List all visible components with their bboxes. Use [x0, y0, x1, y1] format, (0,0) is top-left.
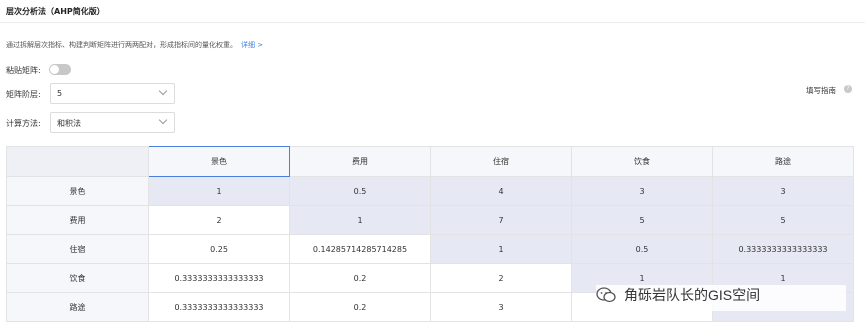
- matrix-cell[interactable]: 0.5: [289, 176, 431, 206]
- watermark-text: 角砾岩队长的GIS空间: [624, 287, 761, 303]
- column-header[interactable]: 饮食: [571, 146, 713, 177]
- matrix-order-label: 矩阵阶层:: [6, 90, 41, 99]
- matrix-cell[interactable]: 0.14285714285714285: [289, 234, 431, 264]
- row-header: 饮食: [6, 263, 149, 293]
- matrix-cell[interactable]: 0.3333333333333333: [712, 234, 854, 264]
- column-header[interactable]: 路途: [712, 146, 854, 177]
- detail-link[interactable]: 详细 >: [241, 41, 263, 49]
- matrix-cell[interactable]: 2: [148, 205, 290, 235]
- row-header: 费用: [6, 205, 149, 235]
- matrix-cell[interactable]: 0.25: [148, 234, 290, 264]
- description: 通过拆解层次指标、构建判断矩阵进行两两配对，形成指标间的量化权重。 详细 >: [6, 40, 263, 50]
- matrix-cell[interactable]: 3: [430, 292, 572, 322]
- matrix-cell[interactable]: 4: [430, 176, 572, 206]
- column-header[interactable]: 住宿: [430, 146, 572, 177]
- chevron-down-icon: [158, 86, 168, 96]
- column-header[interactable]: 景色: [148, 146, 290, 177]
- matrix-header-row: 景色 费用 住宿 饮食 路途: [6, 146, 854, 177]
- header-divider: [0, 22, 865, 23]
- row-header: 住宿: [6, 234, 149, 264]
- matrix-cell[interactable]: 7: [430, 205, 572, 235]
- matrix-cell[interactable]: 1: [289, 205, 431, 235]
- matrix-cell[interactable]: 1: [148, 176, 290, 206]
- row-header: 景色: [6, 176, 149, 206]
- matrix-cell[interactable]: 1: [430, 234, 572, 264]
- paste-matrix-toggle[interactable]: [49, 64, 71, 75]
- matrix-cell[interactable]: 0.3333333333333333: [148, 263, 290, 293]
- matrix-cell[interactable]: 0.5: [571, 234, 713, 264]
- matrix-order-value: 5: [57, 89, 63, 98]
- paste-matrix-label: 粘贴矩阵:: [6, 66, 41, 75]
- table-row: 景色 1 0.5 4 3 3: [6, 176, 854, 206]
- matrix-order-select[interactable]: 5: [50, 83, 175, 104]
- matrix-cell[interactable]: 2: [430, 263, 572, 293]
- calc-method-label: 计算方法:: [6, 119, 41, 128]
- table-row: 费用 2 1 7 5 5: [6, 205, 854, 235]
- toggle-knob: [50, 65, 59, 74]
- table-row: 住宿 0.25 0.14285714285714285 1 0.5 0.3333…: [6, 234, 854, 264]
- help-icon[interactable]: ?: [844, 85, 852, 93]
- calc-method-value: 和积法: [57, 119, 81, 128]
- description-text: 通过拆解层次指标、构建判断矩阵进行两两配对，形成指标间的量化权重。: [6, 41, 237, 49]
- matrix-corner-cell: [6, 146, 149, 177]
- matrix-cell[interactable]: 3: [571, 176, 713, 206]
- row-header: 路途: [6, 292, 149, 322]
- wechat-icon: [596, 287, 616, 303]
- watermark: 角砾岩队长的GIS空间: [596, 285, 846, 311]
- matrix-cell[interactable]: 5: [571, 205, 713, 235]
- chevron-down-icon: [158, 115, 168, 125]
- matrix-cell[interactable]: 3: [712, 176, 854, 206]
- matrix-cell[interactable]: 0.3333333333333333: [148, 292, 290, 322]
- calc-method-select[interactable]: 和积法: [50, 112, 175, 133]
- matrix-cell[interactable]: 0.2: [289, 292, 431, 322]
- column-header[interactable]: 费用: [289, 146, 431, 177]
- fill-guide-link[interactable]: 填写指南: [806, 85, 836, 96]
- matrix-cell[interactable]: 0.2: [289, 263, 431, 293]
- matrix-cell[interactable]: 5: [712, 205, 854, 235]
- page-title: 层次分析法（AHP简化版）: [6, 7, 105, 16]
